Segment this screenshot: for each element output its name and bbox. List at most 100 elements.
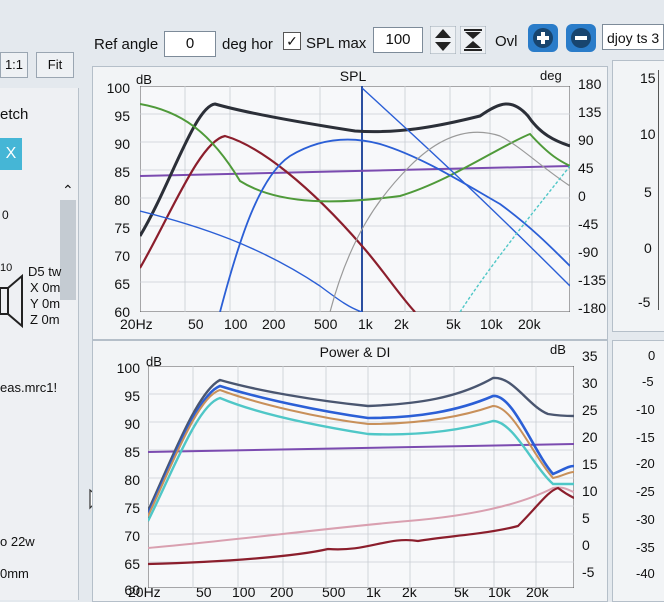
tick-label: 15 [582,456,598,472]
tick-label: -15 [636,430,655,445]
driver-speaker-icon [0,273,23,329]
tick-label: 90 [578,132,594,148]
tick-label: -135 [578,272,607,288]
tick-label: -180 [578,300,607,316]
tick-label: 0 [582,537,590,553]
tick-label: 10k [480,316,503,332]
tick-label: -45 [578,216,599,232]
tick-label: 80 [114,192,130,208]
tick-label: -5 [638,294,651,310]
grid-zero-label: 0 [2,208,9,222]
plus-icon[interactable] [528,24,558,52]
sketch-label: etch [0,106,29,123]
tick-label: 10 [582,483,598,499]
right-top-axis [658,70,664,310]
tick-label: 0 [644,240,652,256]
power-y-axis-right: 35 30 25 20 15 10 5 0 -5 [578,348,606,588]
spl-y-unit-left: dB [136,72,152,87]
tick-label: 100 [116,360,140,376]
one-to-one-button[interactable]: 1:1 [0,52,28,78]
driver-z-offset: Z 0m [30,312,60,327]
tick-label: 65 [124,556,140,572]
right-panel-top [612,60,664,332]
spl-max-checkbox[interactable]: ✓ [283,32,301,50]
scrollbar-thumb[interactable] [60,200,76,300]
tick-label: 5k [446,316,461,332]
spl-y-axis-right: 180 135 90 45 0 -45 -90 -135 -180 [572,76,606,316]
spl-plot-area[interactable] [140,86,570,312]
tick-label: 135 [578,104,602,120]
tick-label: 95 [124,388,140,404]
tick-label: 95 [114,108,130,124]
power-y-axis-left: 100 95 90 85 80 75 70 65 60 [100,360,144,600]
right-panel-bottom [612,340,664,602]
tick-label: 45 [578,160,594,176]
cap-label: o 22w [0,534,35,549]
tick-label: 5 [582,510,590,526]
spl-x-axis: 20Hz 50 100 200 500 1k 2k 5k 10k 20k [120,316,560,334]
tick-label: 20Hz [120,316,153,332]
tick-label: 65 [114,276,130,292]
ref-angle-input[interactable]: 0 [164,31,216,57]
power-plot-area[interactable] [148,366,574,588]
ref-angle-unit: deg hor [222,36,273,53]
tick-label: 180 [578,76,602,92]
tick-label: -5 [582,564,595,580]
tick-label: 100 [106,80,130,96]
tick-label: -30 [636,512,655,527]
tick-label: -35 [636,540,655,555]
tick-label: 85 [114,164,130,180]
tick-label: -40 [636,566,655,581]
tick-label: 0 [578,188,586,204]
tick-label: 50 [188,316,204,332]
driver-x-offset: X 0m [30,280,61,295]
tick-label: 75 [124,500,140,516]
tick-label: 20 [582,429,598,445]
tick-label: 200 [262,316,286,332]
spl-max-input[interactable]: 100 [373,27,423,53]
power-y-unit-right: dB [550,342,566,357]
file-name-label: eas.mrc1! [0,380,58,395]
tick-label: 15 [640,70,656,86]
tick-label: 500 [314,316,338,332]
tick-label: 5 [644,184,652,200]
tick-label: 90 [114,136,130,152]
tick-label: -10 [636,402,655,417]
tick-label: 2k [394,316,409,332]
tick-label: 25 [582,402,598,418]
fit-button[interactable]: Fit [36,52,74,78]
driver-select[interactable]: djoy ts 3 [602,24,664,50]
tick-label: -20 [636,456,655,471]
tick-label: -25 [636,484,655,499]
tick-label: 90 [124,416,140,432]
tick-label: -5 [642,374,654,389]
step-limit-icon[interactable] [460,26,486,54]
spl-max-label: SPL max [306,35,367,52]
ref-angle-label: Ref angle [94,36,159,53]
tick-label: 85 [124,444,140,460]
tick-label: 0 [648,348,656,363]
driver-y-offset: Y 0m [30,296,61,311]
spl-y-axis-left: 100 95 90 85 80 75 70 65 60 [92,80,136,320]
driver-name: D5 tw [28,264,62,279]
tick-label: 35 [582,348,598,364]
mm-label: 0mm [0,566,29,581]
power-chart-title: Power & DI [319,344,391,360]
x-button[interactable]: X [0,138,22,170]
spl-y-unit-right: deg [540,68,562,83]
tick-label: 70 [114,248,130,264]
spin-up-down-icon[interactable] [430,26,456,54]
tick-label: 10 [640,126,656,142]
minus-icon[interactable] [566,24,596,52]
scroll-up-icon[interactable]: ⌃ [62,182,74,199]
ovl-label: Ovl [495,33,518,50]
tick-label: 30 [582,375,598,391]
tick-label: 70 [124,528,140,544]
tick-label: 80 [124,472,140,488]
tick-label: 1k [358,316,373,332]
tick-label: 100 [224,316,248,332]
tick-label: 75 [114,220,130,236]
tick-label: 20k [518,316,541,332]
spl-chart-title: SPL [339,68,367,84]
tick-label: -90 [578,244,599,260]
